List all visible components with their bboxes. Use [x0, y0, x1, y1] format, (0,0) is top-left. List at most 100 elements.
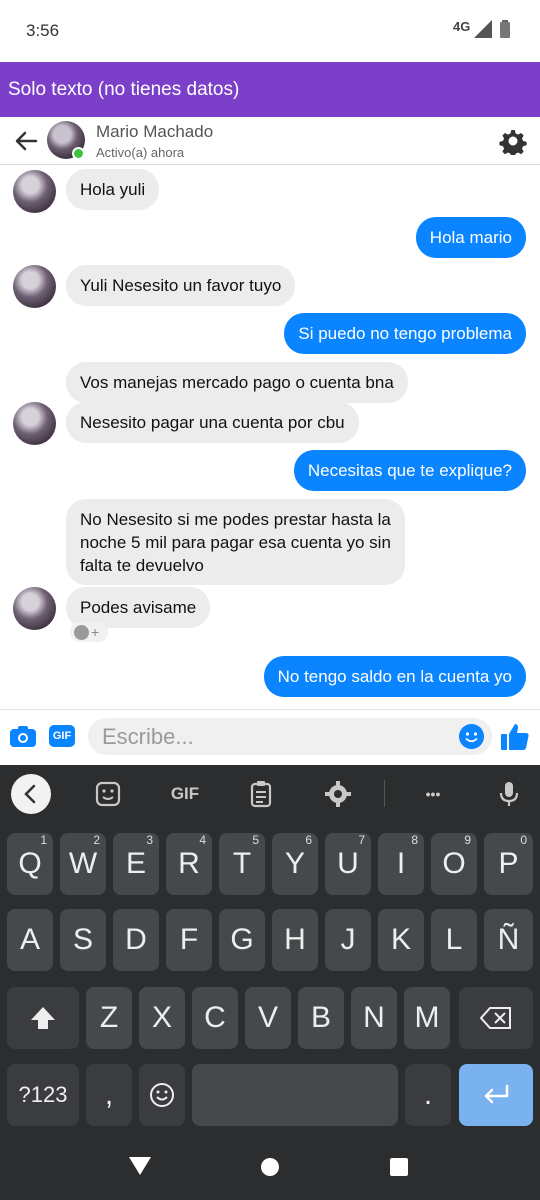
home-circle-icon[interactable] — [260, 1157, 280, 1177]
key-l[interactable]: L — [431, 909, 477, 971]
key-r[interactable]: R4 — [166, 833, 212, 895]
key-label: U — [337, 847, 359, 880]
space-key[interactable] — [192, 1064, 398, 1126]
gear-icon[interactable] — [499, 127, 527, 155]
key-hint: 4 — [199, 833, 206, 847]
emoji-icon[interactable] — [459, 724, 484, 749]
key-hint: 6 — [305, 833, 312, 847]
add-reaction-plus: + — [91, 624, 100, 640]
key-label: E — [125, 847, 146, 880]
key-v[interactable]: V — [245, 987, 291, 1049]
message-outgoing[interactable]: Hola mario — [415, 217, 526, 258]
key-q[interactable]: Q1 — [7, 833, 53, 895]
data-saver-banner: Solo texto (no tienes datos) — [0, 62, 540, 117]
chevron-left-icon — [24, 784, 36, 804]
camera-icon[interactable] — [10, 725, 36, 747]
back-arrow-icon[interactable] — [12, 127, 40, 155]
key-hint: 5 — [252, 833, 259, 847]
backspace-key[interactable] — [459, 987, 533, 1049]
message-list: Hola yuli Hola mario Yuli Nesesito un fa… — [0, 166, 540, 709]
message-incoming[interactable]: Nesesito pagar una cuenta por cbu — [66, 402, 359, 443]
collapse-keyboard-button[interactable] — [11, 774, 51, 814]
key-t[interactable]: T5 — [219, 833, 265, 895]
keyboard-settings-icon[interactable] — [323, 779, 353, 809]
key-d[interactable]: D — [113, 909, 159, 971]
sticker-icon[interactable] — [93, 779, 123, 809]
key-g[interactable]: G — [219, 909, 265, 971]
message-incoming-multiline[interactable]: No Nesesito si me podes prestar hasta la… — [66, 499, 405, 585]
key-s[interactable]: S — [60, 909, 106, 971]
key-i[interactable]: I8 — [378, 833, 424, 895]
key-enye[interactable]: Ñ — [484, 909, 533, 971]
message-incoming[interactable]: Yuli Nesesito un favor tuyo — [66, 265, 296, 306]
sender-avatar[interactable] — [13, 587, 56, 630]
sender-avatar[interactable] — [13, 170, 56, 213]
comma-key[interactable]: , — [86, 1064, 132, 1126]
sender-avatar[interactable] — [13, 402, 56, 445]
message-line: No Nesesito si me podes prestar hasta la — [80, 510, 391, 529]
microphone-icon[interactable] — [494, 779, 524, 809]
key-f[interactable]: F — [166, 909, 212, 971]
gif-tool-button[interactable]: GIF — [167, 779, 203, 809]
key-hint: 0 — [520, 833, 527, 847]
status-time: 3:56 — [26, 21, 60, 40]
enter-arrow-icon — [484, 1084, 509, 1104]
message-outgoing[interactable]: Si puedo no tengo problema — [284, 313, 526, 354]
recents-square-icon[interactable] — [389, 1157, 409, 1177]
contact-status: Activo(a) ahora — [96, 145, 185, 160]
message-line: noche 5 mil para pagar esa cuenta yo sin — [80, 533, 391, 552]
key-hint: 8 — [411, 833, 418, 847]
thumbs-up-icon[interactable] — [500, 722, 530, 752]
toolbar-divider — [384, 780, 385, 807]
key-label: I — [396, 847, 406, 880]
key-y[interactable]: Y6 — [272, 833, 318, 895]
key-e[interactable]: E3 — [113, 833, 159, 895]
contact-name[interactable]: Mario Machado — [96, 122, 213, 142]
message-input-placeholder: Escribe... — [102, 724, 194, 749]
key-z[interactable]: Z — [86, 987, 132, 1049]
key-a[interactable]: A — [7, 909, 53, 971]
key-label: T — [232, 847, 252, 880]
shift-arrow-icon — [31, 1007, 55, 1029]
sender-avatar[interactable] — [13, 265, 56, 308]
message-incoming[interactable]: Hola yuli — [66, 169, 160, 210]
key-h[interactable]: H — [272, 909, 318, 971]
message-composer: GIF Escribe... — [0, 709, 540, 765]
message-incoming[interactable]: Vos manejas mercado pago o cuenta bna — [66, 362, 408, 403]
key-j[interactable]: J — [325, 909, 371, 971]
message-input[interactable]: Escribe... — [88, 718, 492, 755]
key-n[interactable]: N — [351, 987, 397, 1049]
key-k[interactable]: K — [378, 909, 424, 971]
status-bar: 3:56 4G — [0, 0, 540, 62]
keyboard-emoji-icon — [150, 1083, 174, 1107]
back-triangle-icon[interactable] — [129, 1157, 151, 1177]
reaction-button[interactable]: + — [70, 622, 108, 642]
key-hint: 9 — [464, 833, 471, 847]
key-m[interactable]: M — [404, 987, 450, 1049]
key-w[interactable]: W2 — [60, 833, 106, 895]
key-label: O — [442, 847, 466, 880]
emoji-key[interactable] — [139, 1064, 185, 1126]
symbols-key[interactable]: ?123 — [7, 1064, 79, 1126]
period-key[interactable]: . — [405, 1064, 451, 1126]
more-options-button[interactable]: ••• — [416, 779, 450, 809]
key-label: Q — [18, 847, 42, 880]
message-outgoing[interactable]: No tengo saldo en la cuenta yo — [263, 656, 526, 697]
key-hint: 1 — [40, 833, 47, 847]
key-o[interactable]: O9 — [431, 833, 477, 895]
shift-key[interactable] — [7, 987, 79, 1049]
key-p[interactable]: P0 — [484, 833, 533, 895]
message-outgoing[interactable]: Necesitas que te explique? — [293, 450, 526, 491]
key-c[interactable]: C — [192, 987, 238, 1049]
key-u[interactable]: U7 — [325, 833, 371, 895]
key-label: Y — [284, 847, 305, 880]
key-label: W — [68, 847, 98, 880]
key-b[interactable]: B — [298, 987, 344, 1049]
gif-button[interactable]: GIF — [49, 725, 75, 747]
clipboard-icon[interactable] — [246, 779, 276, 809]
network-type: 4G — [453, 19, 471, 34]
key-hint: 2 — [93, 833, 100, 847]
enter-key[interactable] — [459, 1064, 533, 1126]
key-hint: 7 — [358, 833, 365, 847]
key-x[interactable]: X — [139, 987, 185, 1049]
